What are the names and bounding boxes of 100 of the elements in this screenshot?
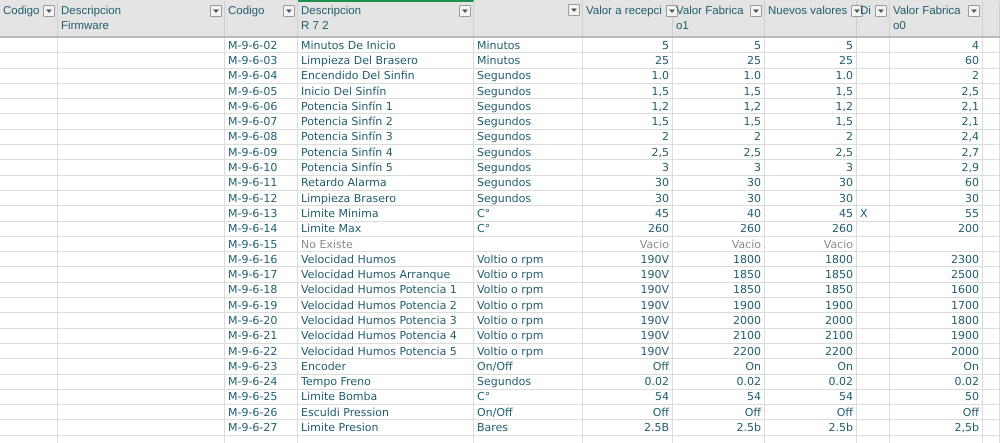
empty-cell (983, 344, 1000, 360)
table-cell: Potencia Sinfín 4 (298, 145, 474, 160)
header-label: Descripcion (61, 4, 122, 18)
table-cell: Voltio o rpm (474, 252, 583, 268)
table-cell: 4 (890, 38, 983, 54)
column-header[interactable]: Nuevos valores (765, 0, 857, 36)
table-cell: 2,4 (890, 130, 983, 146)
table-cell: 1600 (890, 282, 983, 298)
table-cell: 2000 (890, 344, 983, 360)
table-cell: M-9-6-08 (225, 130, 298, 146)
empty-cell (857, 160, 890, 176)
filter-dropdown-icon[interactable] (968, 5, 980, 17)
header-label: Codigo (228, 4, 264, 18)
empty-cell (857, 53, 890, 69)
column-header[interactable]: Valor a recepci (583, 0, 673, 36)
table-cell: Limite Bomba (298, 390, 474, 406)
empty-cell (0, 359, 58, 375)
table-cell: 0.02 (583, 374, 673, 390)
table-cell: 0.02 (673, 374, 765, 390)
table-cell: 190V (583, 344, 673, 360)
table-cell: M-9-6-21 (225, 328, 298, 344)
filter-dropdown-icon[interactable] (666, 5, 678, 17)
empty-cell (857, 298, 890, 314)
column-header[interactable]: Codigo (225, 0, 298, 36)
column-header[interactable]: Descripcion Firmware (58, 0, 225, 36)
empty-cell (0, 84, 58, 100)
empty-cell (0, 390, 58, 406)
table-cell: M-9-6-16 (225, 252, 298, 268)
header-label: Descripcion (301, 4, 362, 18)
table-cell: M-9-6-09 (225, 145, 298, 160)
table-cell: Minutos (474, 38, 583, 54)
table-cell: 2,1 (890, 99, 983, 114)
table-cell: M-9-6-07 (225, 114, 298, 130)
filter-dropdown-icon[interactable] (43, 5, 56, 17)
table-cell: Velocidad Humos Potencia 3 (298, 313, 474, 329)
empty-cell (0, 313, 58, 329)
table-cell: 1,5 (583, 84, 673, 100)
empty-cell (0, 130, 58, 146)
table-cell: 2,1 (890, 114, 983, 130)
column-header[interactable]: Descripcion R 7 2 (298, 0, 474, 36)
column-header[interactable]: Valor Fabrica o0 (890, 0, 983, 36)
filter-dropdown-icon[interactable] (875, 5, 887, 17)
table-cell: 200 (890, 222, 983, 237)
table-cell: Velocidad Humos Potencia 2 (298, 298, 474, 314)
table-cell: 3 (765, 160, 857, 176)
column-header[interactable]: Di (857, 0, 890, 36)
table-cell: M-9-6-22 (225, 344, 298, 360)
empty-cell (857, 252, 890, 268)
header-sublabel: o1 (676, 19, 690, 33)
empty-cell (0, 252, 58, 268)
table-cell: Segundos (474, 84, 583, 100)
table-cell: Velocidad Humos Potencia 4 (298, 328, 474, 344)
table-cell: 190V (583, 328, 673, 344)
empty-cell (983, 53, 1000, 69)
table-cell: 190V (583, 252, 673, 268)
table-cell: 1,5 (765, 84, 857, 100)
table-cell: On (765, 359, 857, 375)
table-cell: 1850 (673, 282, 765, 298)
table-cell: Segundos (474, 190, 583, 206)
table-cell: Limpieza Brasero (298, 190, 474, 206)
header-label: Nuevos valores (768, 4, 848, 18)
empty-cell (857, 374, 890, 390)
filter-dropdown-icon[interactable] (750, 5, 762, 17)
table-cell: 1800 (673, 252, 765, 268)
empty-cell (983, 114, 1000, 130)
table-cell: 190V (583, 267, 673, 283)
table-cell: M-9-6-05 (225, 84, 298, 100)
column-header[interactable]: Codigo (0, 0, 58, 36)
column-header[interactable]: Valor Fabrica o1 (673, 0, 765, 36)
table-cell: 1,5 (583, 114, 673, 130)
filter-dropdown-icon[interactable] (283, 5, 295, 17)
table-cell: M-9-6-13 (225, 206, 298, 222)
table-cell: Voltio o rpm (474, 313, 583, 329)
header-label: Di (860, 4, 871, 18)
table-cell: Voltio o rpm (474, 267, 583, 283)
empty-cell (983, 130, 1000, 146)
table-cell: M-9-6-20 (225, 313, 298, 329)
table-cell: Encoder (298, 359, 474, 375)
table-cell: 1.0 (673, 68, 765, 84)
table-cell: M-9-6-15 (225, 236, 298, 252)
filter-dropdown-icon[interactable] (459, 5, 471, 17)
table-cell: Potencia Sinfín 5 (298, 160, 474, 176)
empty-cell (983, 313, 1000, 329)
empty-cell (983, 298, 1000, 314)
table-cell: M-9-6-04 (225, 68, 298, 84)
table-cell: X (857, 206, 890, 222)
table-cell: 45 (583, 206, 673, 222)
table-cell: 2,9 (890, 160, 983, 176)
table-cell: Bares (474, 420, 583, 436)
table-cell: 30 (890, 190, 983, 206)
empty-cell (857, 267, 890, 283)
empty-cell (983, 190, 1000, 206)
table-cell: 25 (673, 53, 765, 69)
table-cell: 1850 (765, 282, 857, 298)
filter-dropdown-icon[interactable] (568, 4, 580, 16)
filter-dropdown-icon[interactable] (210, 5, 222, 17)
table-cell: M-9-6-02 (225, 38, 298, 54)
table-cell: Retardo Alarma (298, 176, 474, 191)
empty-cell (983, 359, 1000, 375)
table-cell: 1900 (673, 298, 765, 314)
